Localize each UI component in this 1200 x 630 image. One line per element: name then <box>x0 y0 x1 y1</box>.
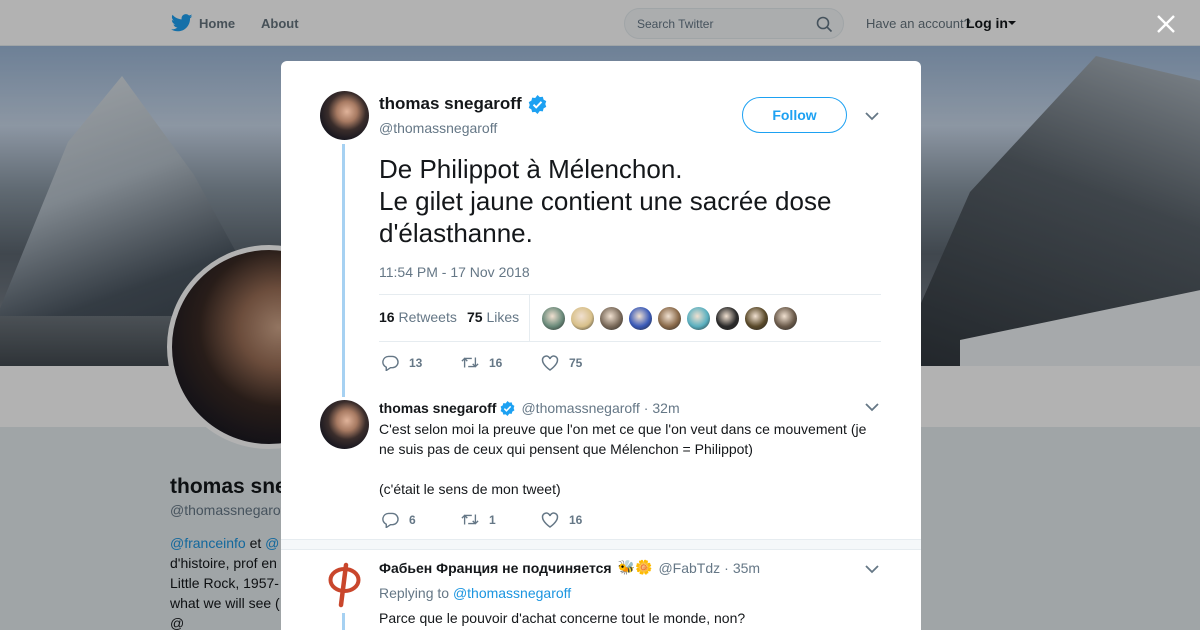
retweets-label: Retweets <box>398 309 457 325</box>
thread-connector-line <box>342 613 345 630</box>
reply-author-handle[interactable]: @FabTdz <box>658 560 720 576</box>
liker-avatar[interactable] <box>599 306 624 331</box>
reply-count: 13 <box>409 356 423 370</box>
replying-to-handle[interactable]: @thomassnegaroff <box>453 585 571 601</box>
phi-logo-icon <box>328 562 361 608</box>
reply-author-avatar[interactable] <box>320 400 369 449</box>
reply-action[interactable]: 13 <box>382 355 422 371</box>
reply-header: Фабьен Франция не подчиняется 🐝🌼 @FabTdz… <box>379 559 760 576</box>
author-emoji: 🐝🌼 <box>617 559 653 575</box>
retweets-count: 16 <box>379 309 395 325</box>
liker-avatar[interactable] <box>570 306 595 331</box>
reply-header: thomas snegaroff @thomassnegaroff · 32m <box>379 400 680 416</box>
verified-badge-icon <box>528 94 546 114</box>
author-avatar[interactable] <box>320 91 369 140</box>
reply-action[interactable]: 6 <box>382 512 416 528</box>
likes-label: Likes <box>486 309 520 325</box>
liker-avatar[interactable] <box>541 306 566 331</box>
tweet-stats: 16 Retweets 75 Likes <box>379 294 881 342</box>
liker-avatar[interactable] <box>628 306 653 331</box>
retweet-icon <box>461 357 479 368</box>
likers-avatars <box>541 306 802 331</box>
tweet-author-handle[interactable]: @thomassnegaroff <box>379 120 497 136</box>
reply-author-avatar[interactable] <box>320 559 369 608</box>
reply-text: Parce que le pouvoir d'achat concerne to… <box>379 610 746 626</box>
reply-author-handle[interactable]: @thomassnegaroff <box>521 400 639 416</box>
reply-count: 6 <box>409 513 416 527</box>
retweet-action[interactable]: 1 <box>461 512 496 527</box>
chevron-down-icon[interactable] <box>865 111 879 121</box>
retweet-count: 16 <box>489 355 503 370</box>
reply-time[interactable]: 32m <box>652 400 679 416</box>
thread-connector-line <box>342 144 345 397</box>
replying-to-label: Replying to <box>379 585 450 601</box>
liker-avatar[interactable] <box>744 306 769 331</box>
chevron-down-icon[interactable] <box>865 402 879 412</box>
reply-text: C'est selon moi la preuve que l'on met c… <box>379 421 867 497</box>
like-action[interactable]: 75 <box>541 355 582 371</box>
reply-separator-dot: · <box>724 559 729 576</box>
like-count: 16 <box>569 513 583 527</box>
reply-icon <box>382 355 399 371</box>
liker-avatar[interactable] <box>773 306 798 331</box>
liker-avatar[interactable] <box>715 306 740 331</box>
likes-stat[interactable]: 75 Likes <box>467 309 519 325</box>
author-name-text: thomas snegaroff <box>379 94 522 113</box>
replying-to: Replying to @thomassnegaroff <box>379 585 571 601</box>
reply-author-name[interactable]: thomas snegaroff <box>379 400 496 416</box>
verified-badge-icon <box>501 400 515 416</box>
reply-time[interactable]: 35m <box>733 560 760 576</box>
tweet-author-name[interactable]: thomas snegaroff <box>379 94 547 114</box>
heart-icon <box>541 512 559 528</box>
stats-divider <box>529 295 530 341</box>
retweet-icon <box>461 514 479 525</box>
retweets-stat[interactable]: 16 Retweets <box>379 309 457 325</box>
tweet-text: De Philippot à Mélenchon. Le gilet jaune… <box>379 154 832 248</box>
like-action[interactable]: 16 <box>541 512 582 528</box>
liker-avatar[interactable] <box>657 306 682 331</box>
likes-count: 75 <box>467 309 483 325</box>
close-icon[interactable] <box>1155 13 1177 35</box>
chevron-down-icon[interactable] <box>865 564 879 574</box>
retweet-action[interactable]: 16 <box>461 355 502 370</box>
like-count: 75 <box>569 356 583 370</box>
tweet-timestamp[interactable]: 11:54 PM - 17 Nov 2018 <box>379 264 530 280</box>
reply-author-name[interactable]: Фабьен Франция не подчиняется <box>379 560 612 576</box>
reply-icon <box>382 512 399 528</box>
retweet-count: 1 <box>489 512 496 527</box>
liker-avatar[interactable] <box>686 306 711 331</box>
follow-button[interactable]: Follow <box>742 97 847 133</box>
reply-separator-dot: · <box>643 400 649 416</box>
heart-icon <box>541 355 559 371</box>
tweet-permalink-modal: thomas snegaroff @thomassnegaroff Follow… <box>281 61 921 630</box>
reply-separator-fill <box>281 540 921 549</box>
